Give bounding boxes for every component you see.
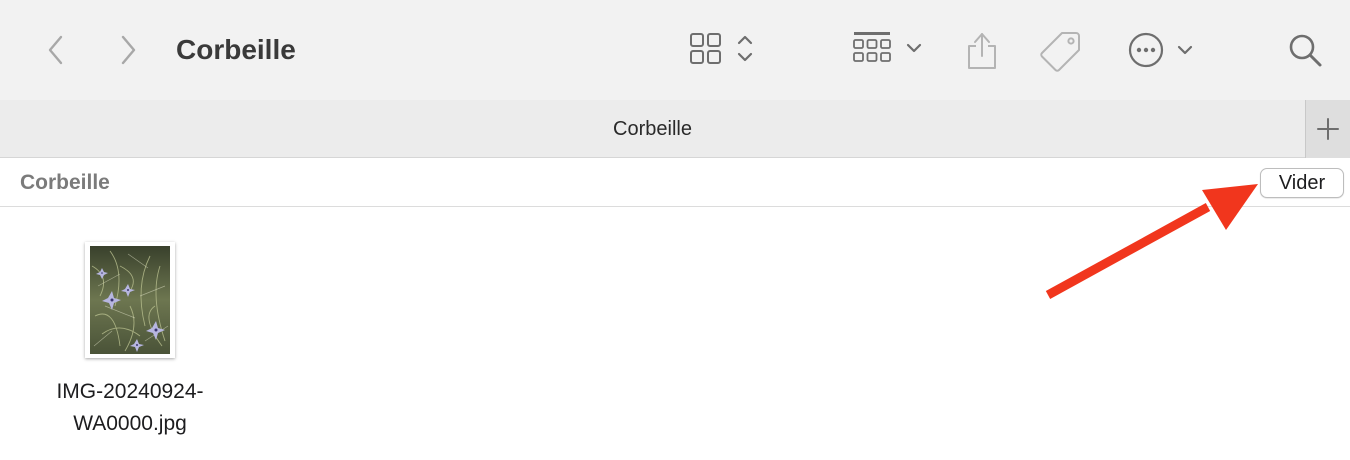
search-icon [1289,34,1322,67]
file-thumbnail [85,242,175,358]
back-button[interactable] [40,30,72,70]
tab-corbeille[interactable]: Corbeille [0,100,1305,158]
grid-icon [690,33,753,64]
window-title: Corbeille [176,34,296,65]
new-tab-button[interactable] [1305,100,1350,158]
share-icon [968,33,996,69]
plus-icon [1317,118,1339,140]
more-actions-button[interactable] [1124,28,1200,72]
chevron-right-icon [121,35,136,65]
empty-trash-button[interactable]: Vider [1260,168,1344,198]
photo-thumbnail-image [90,246,170,354]
share-button[interactable] [962,26,1002,72]
chevron-left-icon [48,35,63,65]
file-name: IMG-20240924- WA0000.jpg [20,376,240,440]
file-name-line-2: WA0000.jpg [73,412,187,435]
search-button[interactable] [1284,30,1326,70]
group-by-button[interactable] [848,28,928,72]
trash-header-bar: Corbeille [0,159,1350,207]
group-by-icon [853,32,922,62]
file-item[interactable]: IMG-20240924- WA0000.jpg [20,236,240,446]
file-name-line-1: IMG-20240924- [56,380,204,403]
trash-header-label: Corbeille [20,171,110,194]
forward-button[interactable] [112,30,144,70]
view-mode-button[interactable] [684,28,764,72]
tag-icon [1040,32,1080,72]
ellipsis-circle-icon [1128,32,1193,68]
tag-button[interactable] [1038,28,1084,72]
